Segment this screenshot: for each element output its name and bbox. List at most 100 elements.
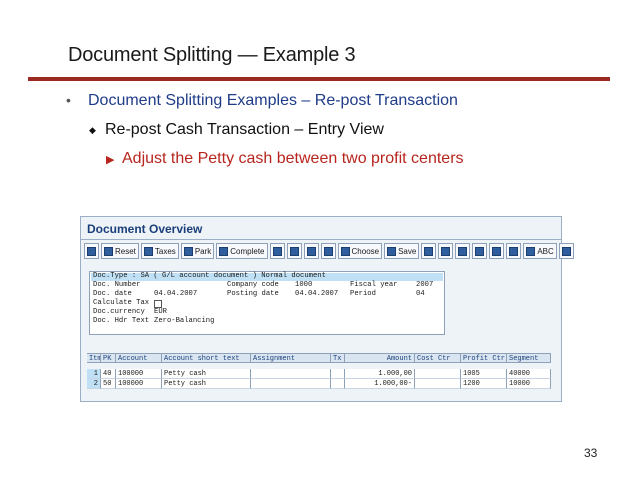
print-icon	[289, 246, 299, 256]
period-value: 04	[416, 290, 425, 298]
sap-window-title: Document Overview	[87, 222, 203, 236]
layout-icon	[441, 246, 451, 256]
more-button[interactable]	[558, 243, 574, 259]
taxes-button[interactable]: Taxes	[140, 243, 179, 259]
taxes-label: Taxes	[154, 246, 176, 256]
layout-button[interactable]	[438, 243, 454, 259]
cell-tx[interactable]	[331, 369, 345, 379]
col-header-itm[interactable]: Itm	[87, 353, 101, 363]
sort-icon	[323, 246, 333, 256]
filter-set-button[interactable]	[303, 243, 319, 259]
cell-itm[interactable]: 2	[87, 379, 101, 389]
cell-assignment[interactable]	[251, 379, 331, 389]
col-header-assignment[interactable]: Assignment	[251, 353, 331, 363]
reset-icon	[104, 246, 113, 256]
cell-cost-ctr[interactable]	[415, 369, 461, 379]
more-icon	[561, 246, 571, 256]
page-number: 33	[584, 446, 598, 460]
print-button[interactable]	[286, 243, 302, 259]
col-header-tx[interactable]: Tx	[331, 353, 345, 363]
sap-title-divider	[81, 239, 561, 240]
cell-account[interactable]: 100000	[116, 379, 162, 389]
cell-assignment[interactable]	[251, 369, 331, 379]
doc-currency-value: EUR	[154, 308, 167, 316]
fiscal-year-value: 2007	[416, 281, 434, 289]
choose-label: Choose	[351, 246, 380, 256]
grid-button[interactable]	[506, 243, 522, 259]
cell-pk[interactable]: 40	[101, 369, 116, 379]
col-header-account[interactable]: Account	[116, 353, 162, 363]
delete-icon	[492, 246, 502, 256]
table-header-row: Itm PK Account Account short text Assign…	[87, 353, 553, 363]
save-label: Save	[398, 246, 417, 256]
bullet-level-2-text: Re-post Cash Transaction – Entry View	[105, 121, 384, 138]
choose-button[interactable]: Choose	[337, 243, 383, 259]
col-header-account-short-text[interactable]: Account short text	[162, 353, 251, 363]
park-label: Park	[194, 246, 212, 256]
cell-segment[interactable]: 10000	[507, 379, 551, 389]
sap-document-overview-window: Document Overview Reset Taxes Park Compl…	[80, 216, 574, 402]
bullet-level-1-text: Document Splitting Examples – Re-post Tr…	[88, 92, 458, 109]
table-row[interactable]: 1 40 100000 Petty cash 1.000,00 1005 400…	[87, 369, 553, 379]
sap-toolbar: Reset Taxes Park Complete Choose Save AB…	[84, 243, 574, 259]
cell-pk[interactable]: 50	[101, 379, 116, 389]
glasses-icon	[87, 246, 96, 256]
slide-title: Document Splitting — Example 3	[68, 44, 356, 66]
doc-type-line: Doc.Type : SA ( G/L account document ) N…	[93, 272, 326, 280]
cell-amount[interactable]: 1.000,00-	[345, 379, 415, 389]
cell-segment[interactable]: 40000	[507, 369, 551, 379]
cell-account[interactable]: 100000	[116, 369, 162, 379]
col-header-profit-ctr[interactable]: Profit Ctr	[461, 353, 507, 363]
reset-label: Reset	[115, 246, 136, 256]
posting-date-value: 04.04.2007	[295, 290, 339, 298]
complete-label: Complete	[230, 246, 265, 256]
park-button[interactable]: Park	[180, 243, 215, 259]
cell-profit-ctr[interactable]: 1200	[461, 379, 507, 389]
document-header-box: Doc.Type : SA ( G/L account document ) N…	[89, 271, 445, 335]
doc-date-label: Doc. date	[93, 290, 132, 298]
funnel-icon	[306, 246, 316, 256]
reset-button[interactable]: Reset	[101, 243, 139, 259]
doc-date-value: 04.04.2007	[154, 290, 198, 298]
bullet-dot-icon: •	[66, 92, 71, 108]
abc-label: ABC	[537, 246, 554, 256]
abc-button[interactable]: ABC	[523, 243, 557, 259]
save-button[interactable]: Save	[384, 243, 420, 259]
filter-button[interactable]	[269, 243, 285, 259]
copy-icon	[458, 246, 468, 256]
cell-profit-ctr[interactable]: 1005	[461, 369, 507, 379]
edit-icon	[475, 246, 485, 256]
save-disk-icon	[219, 246, 229, 256]
cell-cost-ctr[interactable]	[415, 379, 461, 389]
abc-icon	[526, 246, 536, 256]
fiscal-year-label: Fiscal year	[350, 281, 398, 289]
col-header-segment[interactable]: Segment	[507, 353, 551, 363]
table-row[interactable]: 2 50 100000 Petty cash 1.000,00- 1200 10…	[87, 379, 553, 389]
col-header-amount[interactable]: Amount	[345, 353, 415, 363]
cell-amount[interactable]: 1.000,00	[345, 369, 415, 379]
copy-button[interactable]	[455, 243, 471, 259]
doc-hdr-text-value: Zero-Balancing	[154, 317, 215, 325]
col-header-pk[interactable]: PK	[101, 353, 116, 363]
cell-account-short-text: Petty cash	[162, 369, 251, 379]
export-button[interactable]	[421, 243, 437, 259]
cell-tx[interactable]	[331, 379, 345, 389]
edit-button[interactable]	[472, 243, 488, 259]
col-header-cost-ctr[interactable]: Cost Ctr	[415, 353, 461, 363]
save-icon	[387, 246, 397, 256]
bullet-triangle-icon: ▶	[106, 154, 115, 166]
complete-button[interactable]: Complete	[216, 243, 268, 259]
company-code-label: Company code	[227, 281, 279, 289]
calculate-tax-checkbox[interactable]	[154, 300, 162, 308]
doc-currency-label: Doc.currency	[93, 308, 145, 316]
posting-date-label: Posting date	[227, 290, 279, 298]
doc-number-label: Doc. Number	[93, 281, 141, 289]
export-icon	[424, 246, 434, 256]
choose-icon	[340, 246, 350, 256]
cell-itm[interactable]: 1	[87, 369, 101, 379]
display-change-button[interactable]	[84, 243, 99, 259]
sort-button[interactable]	[320, 243, 336, 259]
info-icon	[143, 246, 153, 256]
delete-button[interactable]	[489, 243, 505, 259]
bullet-level-3-text: Adjust the Petty cash between two profit…	[122, 150, 464, 167]
